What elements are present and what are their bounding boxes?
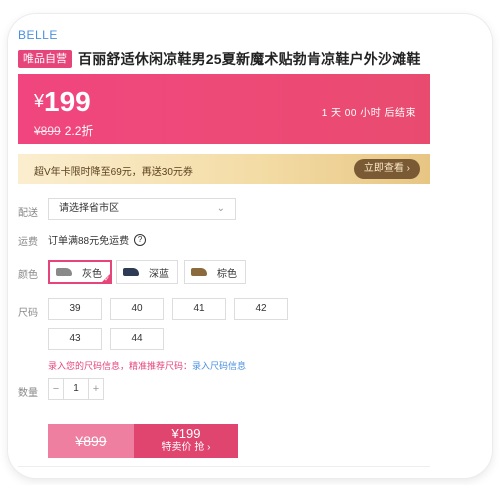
- shoe-thumbnail-icon: [191, 268, 207, 276]
- title-row: 唯品自营 百丽舒适休闲凉鞋男25夏新魔术贴勃肯凉鞋户外沙滩鞋: [18, 48, 421, 70]
- product-detail-card: BELLE 唯品自营 百丽舒适休闲凉鞋男25夏新魔术贴勃肯凉鞋户外沙滩鞋 ¥19…: [8, 14, 492, 478]
- color-option-label: 灰色: [82, 268, 102, 280]
- shoe-thumbnail-icon: [56, 268, 72, 276]
- shipping-info: 订单满88元免运费 ?: [48, 232, 147, 247]
- current-price: ¥199: [34, 86, 91, 118]
- quantity-input[interactable]: 1: [63, 379, 89, 399]
- color-option-label: 深蓝: [149, 268, 169, 280]
- check-icon: ✓: [104, 276, 110, 283]
- size-tip-text: 录入您的尺码信息，精准推荐尺码：: [48, 361, 193, 371]
- current-price-value: 199: [44, 86, 91, 117]
- product-title: 百丽舒适休闲凉鞋男25夏新魔术贴勃肯凉鞋户外沙滩鞋: [78, 51, 421, 67]
- minus-button[interactable]: −: [49, 379, 63, 399]
- quantity-label: 数量: [18, 388, 38, 399]
- buy-price: ¥199: [171, 426, 201, 441]
- chevron-down-icon: ⌄: [216, 203, 225, 214]
- view-now-button[interactable]: 立即查看 ›: [353, 159, 420, 179]
- buy-action-label: 特卖价 抢 ›: [161, 442, 211, 453]
- price-sub: ¥899 2.2折: [34, 122, 93, 139]
- buy-button[interactable]: ¥899 ¥199 特卖价 抢 ›: [48, 424, 238, 458]
- price-banner: ¥199 ¥899 2.2折 1 天 00 小时 后结束: [18, 74, 430, 144]
- region-select[interactable]: 请选择省市区 ⌄: [48, 198, 236, 220]
- buy-original-price: ¥899: [48, 424, 134, 458]
- plus-button[interactable]: +: [89, 379, 103, 399]
- self-operated-badge: 唯品自营: [18, 50, 72, 68]
- size-tip: 录入您的尺码信息，精准推荐尺码：录入尺码信息: [48, 359, 246, 372]
- region-placeholder: 请选择省市区: [59, 203, 119, 214]
- size-option-43[interactable]: 43: [48, 328, 102, 350]
- original-price: ¥899: [34, 124, 61, 138]
- vip-promo-bar[interactable]: 超V年卡限时降至69元，再送30元券 立即查看 ›: [18, 154, 430, 184]
- currency-symbol: ¥: [34, 91, 45, 111]
- color-label: 颜色: [18, 270, 38, 281]
- color-option-label: 棕色: [217, 268, 237, 280]
- size-option-44[interactable]: 44: [110, 328, 164, 350]
- quantity-stepper: − 1 +: [48, 378, 104, 400]
- color-option-navy[interactable]: 深蓝: [116, 260, 178, 284]
- size-label: 尺码: [18, 308, 38, 319]
- divider: [18, 466, 430, 467]
- buy-now-button[interactable]: ¥199 特卖价 抢 ›: [134, 424, 238, 458]
- help-icon[interactable]: ?: [134, 233, 147, 246]
- size-option-41[interactable]: 41: [172, 298, 226, 320]
- size-option-40[interactable]: 40: [110, 298, 164, 320]
- brand-logo[interactable]: BELLE: [18, 28, 58, 42]
- delivery-label: 配送: [18, 208, 38, 219]
- shipping-text: 订单满88元免运费: [48, 236, 130, 247]
- enter-size-link[interactable]: 录入尺码信息: [192, 361, 246, 371]
- discount-label: 2.2折: [64, 124, 94, 138]
- color-option-brown[interactable]: 棕色: [184, 260, 246, 284]
- shoe-thumbnail-icon: [123, 268, 139, 276]
- size-option-39[interactable]: 39: [48, 298, 102, 320]
- color-option-gray[interactable]: 灰色 ✓: [48, 260, 112, 284]
- shipping-label: 运费: [18, 237, 38, 248]
- vip-promo-text: 超V年卡限时降至69元，再送30元券: [34, 167, 193, 178]
- countdown-timer: 1 天 00 小时 后结束: [321, 108, 416, 119]
- size-option-42[interactable]: 42: [234, 298, 288, 320]
